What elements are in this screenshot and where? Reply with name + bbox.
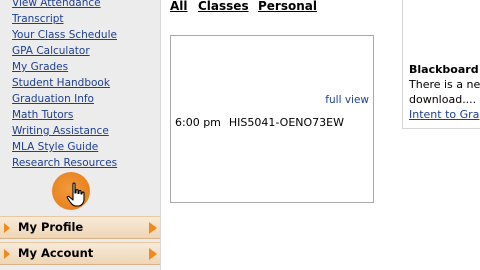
announcement-text: There is a ne (409, 78, 480, 91)
sidebar-link-list: View Attendance Transcript Your Class Sc… (12, 0, 117, 176)
my-account-label: My Account (18, 246, 94, 260)
calendar-event[interactable]: 6:00 pm HIS5041-OENO73EW (175, 116, 344, 129)
my-grades-link[interactable]: My Grades (12, 61, 68, 73)
sidebar: View Attendance Transcript Your Class Sc… (0, 0, 161, 270)
tab-personal[interactable]: Personal (258, 0, 317, 13)
writing-assistance-link[interactable]: Writing Assistance (12, 125, 109, 137)
my-account-button[interactable]: My Account (0, 242, 160, 265)
announcements-panel: Blackboard There is a ne download.... In… (402, 0, 480, 129)
calendar-panel: full view 6:00 pm HIS5041-OENO73EW (170, 35, 374, 203)
event-time: 6:00 pm (175, 116, 221, 129)
mla-style-guide-link[interactable]: MLA Style Guide (12, 141, 98, 153)
math-tutors-link[interactable]: Math Tutors (12, 109, 73, 121)
gpa-calculator-link[interactable]: GPA Calculator (12, 45, 90, 57)
my-profile-label: My Profile (18, 220, 84, 234)
transcript-link[interactable]: Transcript (12, 13, 64, 25)
student-handbook-link[interactable]: Student Handbook (12, 77, 110, 89)
arrow-right-icon (4, 223, 10, 233)
announcement-text: download.... (409, 93, 477, 106)
full-view-link[interactable]: full view (325, 94, 369, 106)
expand-arrow-icon (149, 248, 157, 260)
intent-to-graduate-link[interactable]: Intent to Gra (409, 108, 479, 121)
blackboard-heading: Blackboard (409, 63, 479, 76)
arrow-right-icon (4, 249, 10, 259)
tab-all[interactable]: All (170, 0, 188, 13)
click-highlight (52, 170, 92, 212)
tab-classes[interactable]: Classes (198, 0, 249, 13)
event-course-code: HIS5041-OENO73EW (228, 116, 344, 129)
hand-cursor-icon (66, 182, 85, 207)
class-schedule-link[interactable]: Your Class Schedule (12, 29, 117, 41)
view-attendance-link[interactable]: View Attendance (12, 0, 101, 9)
research-resources-link[interactable]: Research Resources (12, 157, 117, 169)
my-profile-button[interactable]: My Profile (0, 216, 160, 239)
expand-arrow-icon (149, 222, 157, 234)
graduation-info-link[interactable]: Graduation Info (12, 93, 94, 105)
